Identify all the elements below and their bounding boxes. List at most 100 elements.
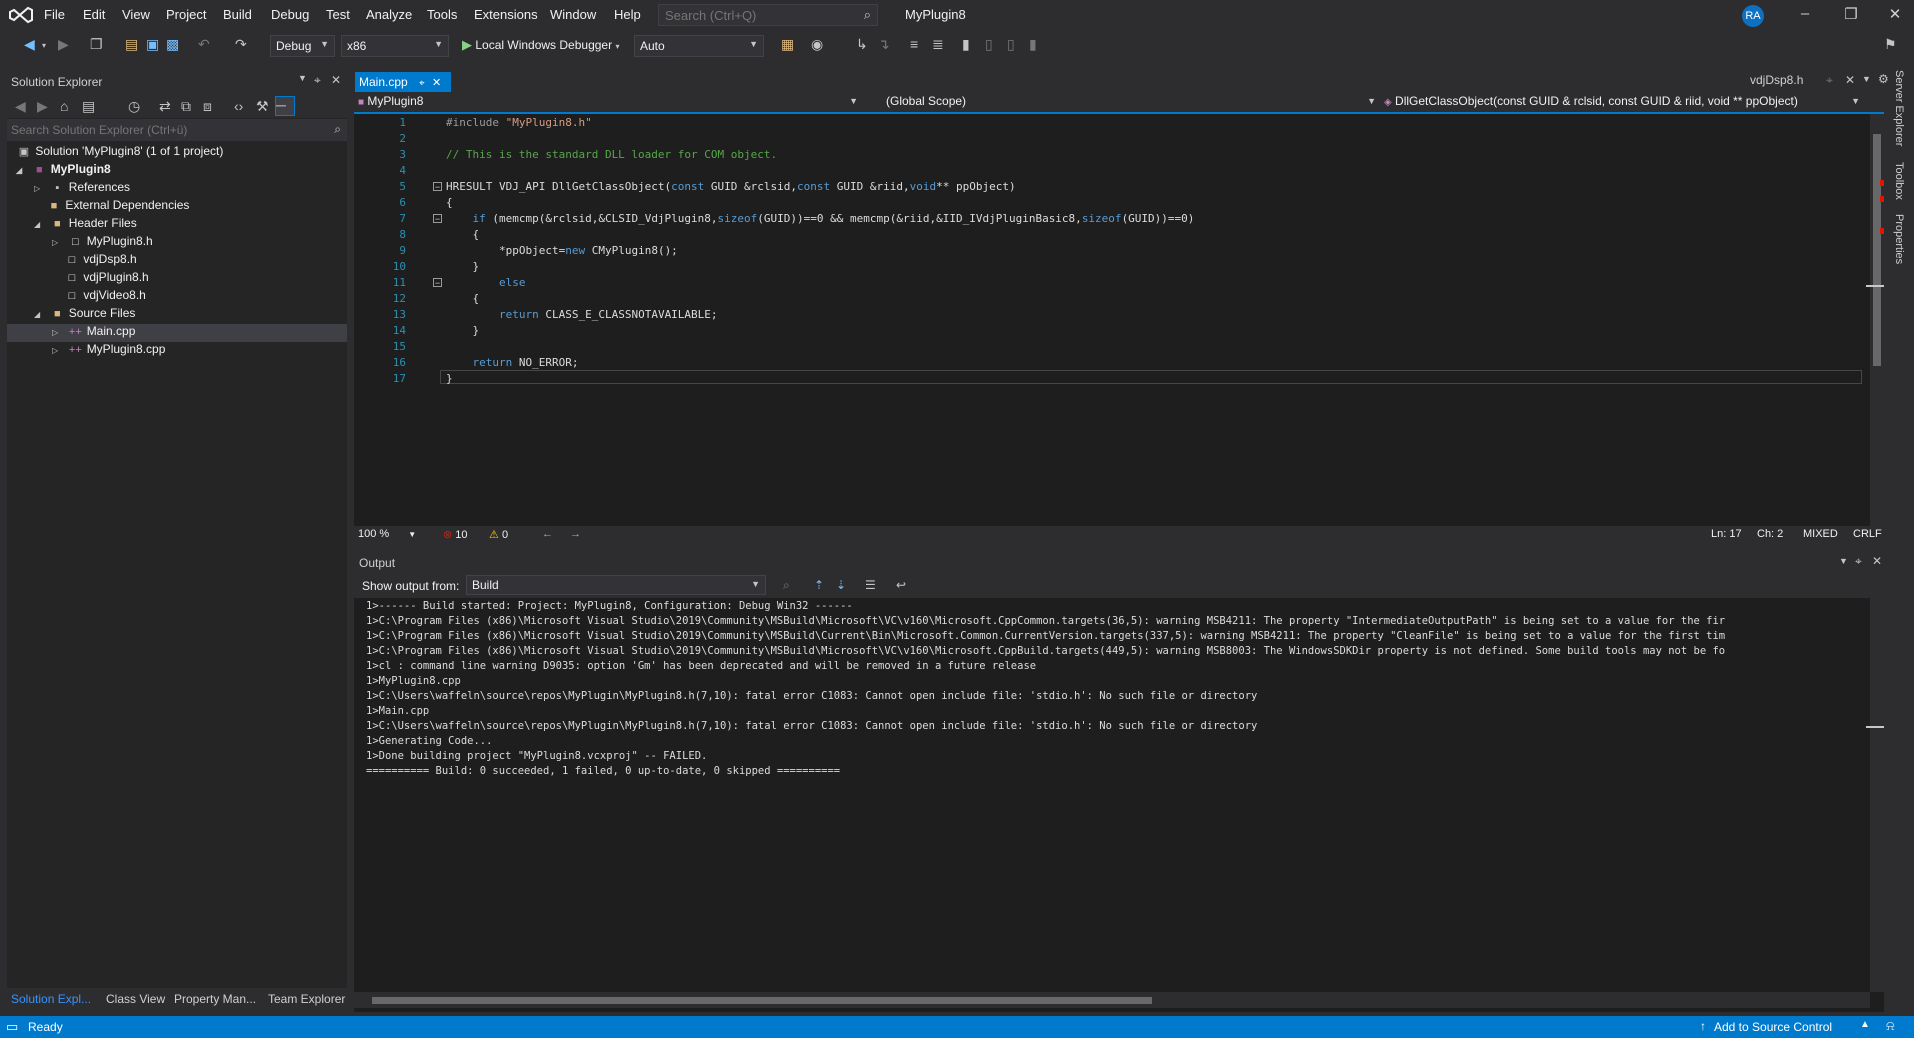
step-into-icon[interactable]: ↳ <box>856 36 868 53</box>
menu-file[interactable]: File <box>44 7 65 22</box>
output-horizontal-thumb[interactable] <box>372 997 1152 1004</box>
next-bookmark-icon[interactable]: ▯ <box>1007 36 1015 53</box>
tree-file-vdjvideo8-h[interactable]: □ vdjVideo8.h <box>64 288 146 306</box>
new-project-icon[interactable]: ❐ <box>90 36 103 53</box>
zoom-select[interactable]: 100 % ▼ <box>358 528 416 540</box>
camera-icon[interactable]: ◉ <box>811 36 823 53</box>
pin-icon[interactable]: ⌖ <box>1855 554 1862 569</box>
browse-icon[interactable]: ▦ <box>781 36 794 53</box>
menu-window[interactable]: Window <box>550 7 596 22</box>
next-issue-icon[interactable]: → <box>570 528 581 540</box>
pin-icon[interactable]: ⌖ <box>1826 73 1833 88</box>
tree-external-dependencies[interactable]: ■ External Dependencies <box>46 198 190 216</box>
collapsed-arrow-icon[interactable]: ▷ <box>52 238 64 247</box>
collapsed-arrow-icon[interactable]: ▷ <box>52 328 64 337</box>
visual-studio-logo-icon[interactable] <box>8 5 36 25</box>
tab-properties[interactable]: Properties <box>1893 214 1905 264</box>
bookmark-icon[interactable]: ▮ <box>962 36 970 53</box>
chevron-down-icon[interactable]: ▼ <box>1862 74 1871 84</box>
redo-icon[interactable]: ↷ <box>235 36 247 53</box>
tab-class-view[interactable]: Class View <box>106 992 165 1006</box>
expanded-arrow-icon[interactable]: ◢ <box>34 310 46 319</box>
tree-file-main-cpp[interactable]: ▷ ++ Main.cpp <box>52 324 135 342</box>
configuration-select[interactable]: Debug ▼ <box>270 35 335 57</box>
expanded-arrow-icon[interactable]: ◢ <box>16 166 28 175</box>
quick-search[interactable]: ⌕ <box>658 4 878 26</box>
solution-explorer-search[interactable]: ⌕ <box>7 119 347 141</box>
clear-bookmarks-icon[interactable]: ▮ <box>1029 36 1037 53</box>
warning-count[interactable]: ⚠ 0 <box>489 528 508 541</box>
forward-icon[interactable]: ▶ <box>58 36 69 53</box>
menu-analyze[interactable]: Analyze <box>366 7 412 22</box>
debugger-mode-select[interactable]: Auto ▼ <box>634 35 764 57</box>
word-wrap-icon[interactable]: ↩ <box>896 578 906 592</box>
align-left-icon[interactable]: ≡ <box>910 36 918 52</box>
fold-toggle-icon[interactable]: − <box>433 214 442 224</box>
menu-build[interactable]: Build <box>223 7 252 22</box>
save-all-icon[interactable]: ▩ <box>166 36 179 53</box>
pin-icon[interactable]: ⌖ <box>314 73 321 88</box>
fold-toggle-icon[interactable]: − <box>433 182 442 192</box>
tree-header-files[interactable]: ◢ ■ Header Files <box>34 216 137 234</box>
tab-property-manager[interactable]: Property Man... <box>174 992 256 1006</box>
menu-extensions[interactable]: Extensions <box>474 7 538 22</box>
tree-project[interactable]: ◢ ■ MyPlugin8 <box>16 162 111 180</box>
tree-file-myplugin8-h[interactable]: ▷ □ MyPlugin8.h <box>52 234 153 252</box>
find-message-icon[interactable]: ⌕ <box>783 578 790 593</box>
undo-icon[interactable]: ↶ <box>198 36 210 53</box>
menu-view[interactable]: View <box>122 7 150 22</box>
collapsed-arrow-icon[interactable]: ▷ <box>52 346 64 355</box>
tree-file-myplugin8-cpp[interactable]: ▷ ++ MyPlugin8.cpp <box>52 342 165 360</box>
error-count[interactable]: ⊗ 10 <box>443 528 468 541</box>
back-icon[interactable]: ◀ <box>24 36 35 53</box>
clear-all-icon[interactable]: ☰ <box>865 578 876 592</box>
restore-icon[interactable]: ❐ <box>1836 5 1866 25</box>
tab-vdjdsp8-h[interactable]: vdjDsp8.h <box>1750 73 1803 87</box>
pending-changes-icon[interactable]: ◷ <box>128 98 140 115</box>
view-code-icon[interactable]: ‹› <box>234 98 243 114</box>
collapse-all-icon[interactable]: ⧉ <box>181 98 191 115</box>
sync-icon[interactable]: ⇄ <box>159 98 171 115</box>
search-input[interactable] <box>659 5 851 26</box>
close-icon[interactable]: ✕ <box>331 73 341 87</box>
tab-main-cpp[interactable]: Main.cpp ⌖ ✕ <box>355 72 451 92</box>
notification-bell-icon[interactable]: ⍾ <box>1886 1018 1895 1034</box>
previous-message-icon[interactable]: ⇡ <box>814 578 824 592</box>
editor-scroll-thumb[interactable] <box>1873 134 1881 366</box>
tab-team-explorer[interactable]: Team Explorer <box>268 992 345 1006</box>
align-right-icon[interactable]: ≣ <box>932 36 944 53</box>
previous-issue-icon[interactable]: ← <box>542 528 553 540</box>
gear-icon[interactable]: ⚙ <box>1878 72 1889 86</box>
chevron-down-icon[interactable]: ▼ <box>298 73 307 83</box>
line-ending-indicator[interactable]: CRLF <box>1853 528 1882 540</box>
tabs-mode-indicator[interactable]: MIXED <box>1803 528 1838 540</box>
solution-search-input[interactable] <box>7 119 315 141</box>
properties-icon[interactable]: ⚒ <box>256 98 269 115</box>
feedback-icon[interactable]: ⚑ <box>1884 36 1897 53</box>
menu-debug[interactable]: Debug <box>271 7 309 22</box>
back-icon[interactable]: ◀ <box>15 98 26 115</box>
tree-references[interactable]: ▷ ▪ References <box>34 180 130 198</box>
menu-help[interactable]: Help <box>614 7 641 22</box>
menu-test[interactable]: Test <box>326 7 350 22</box>
tree-solution[interactable]: ▣ Solution 'MyPlugin8' (1 of 1 project) <box>16 144 224 162</box>
fold-toggle-icon[interactable]: − <box>433 278 442 288</box>
home-icon[interactable]: ⌂ <box>60 98 68 114</box>
tree-file-vdjdsp8-h[interactable]: □ vdjDsp8.h <box>64 252 137 270</box>
chevron-down-icon[interactable]: ▾ <box>42 41 46 50</box>
switch-views-icon[interactable]: ▤ <box>82 98 95 115</box>
tree-file-vdjplugin8-h[interactable]: □ vdjPlugin8.h <box>64 270 149 288</box>
add-to-source-control-button[interactable]: Add to Source Control <box>1714 1020 1832 1034</box>
menu-edit[interactable]: Edit <box>83 7 105 22</box>
output-vertical-scrollbar[interactable] <box>1870 598 1884 992</box>
menu-project[interactable]: Project <box>166 7 206 22</box>
member-nav-select[interactable]: ◈ DllGetClassObject(const GUID & rclsid,… <box>1384 94 1864 112</box>
tree-source-files[interactable]: ◢ ■ Source Files <box>34 306 135 324</box>
tab-toolbox[interactable]: Toolbox <box>1893 162 1905 200</box>
close-icon[interactable]: ✕ <box>1872 554 1882 568</box>
chevron-down-icon[interactable]: ▼ <box>1839 556 1848 566</box>
tab-solution-explorer[interactable]: Solution Expl... <box>11 992 91 1006</box>
next-message-icon[interactable]: ⇣ <box>836 578 846 592</box>
close-icon[interactable]: ✕ <box>432 77 441 89</box>
open-icon[interactable]: ▤ <box>125 36 138 53</box>
